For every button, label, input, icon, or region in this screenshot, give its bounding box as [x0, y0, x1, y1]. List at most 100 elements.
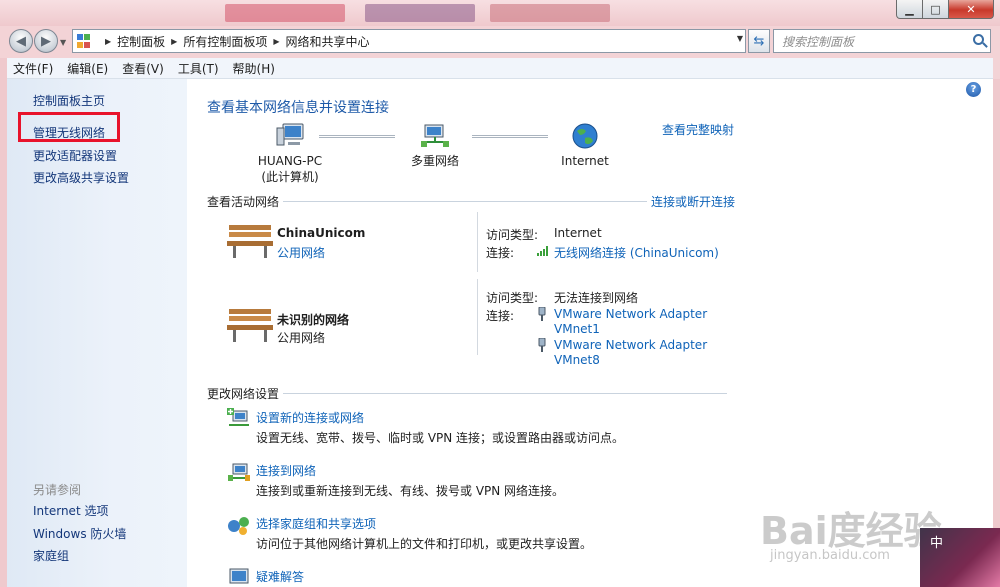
- vertical-divider: [477, 212, 478, 272]
- address-row: ◀ ▶ ▼ ▶ 控制面板 ▶ 所有控制面板项 ▶ 网络和共享中心 ▼ ⇆ 搜索控…: [0, 26, 1000, 58]
- vmnet8-adapter-link[interactable]: VMware Network Adapter: [554, 338, 707, 352]
- sidebar-item-firewall[interactable]: Windows 防火墙: [33, 525, 126, 542]
- access-type-value: 无法连接到网络: [554, 291, 639, 305]
- troubleshoot-icon: [229, 568, 249, 584]
- back-button[interactable]: ◀: [9, 29, 33, 53]
- breadcrumb-control-panel[interactable]: 控制面板: [117, 33, 165, 50]
- section-divider: [283, 201, 647, 202]
- task-setup-connection-desc: 设置无线、宽带、拨号、临时或 VPN 连接；或设置路由器或访问点。: [256, 431, 625, 445]
- minimize-button[interactable]: ▁: [896, 0, 923, 19]
- task-homegroup-link[interactable]: 选择家庭组和共享选项: [256, 515, 376, 532]
- public-network-bench-icon: [227, 225, 273, 258]
- active-networks-heading: 查看活动网络: [207, 195, 280, 209]
- public-network-bench-icon: [227, 309, 273, 342]
- refresh-icon: ⇆: [753, 33, 765, 49]
- refresh-button[interactable]: ⇆: [748, 29, 770, 53]
- recent-pages-dropdown[interactable]: ▼: [60, 38, 66, 47]
- breadcrumb-all-items[interactable]: 所有控制面板项: [183, 33, 267, 50]
- corner-text: 中: [930, 536, 944, 551]
- task-homegroup-desc: 访问位于其他网络计算机上的文件和打印机，或更改共享设置。: [256, 537, 593, 551]
- window-left-border: [0, 58, 7, 587]
- connection-label: 连接:: [486, 246, 515, 260]
- ethernet-icon: [538, 307, 546, 321]
- menu-view[interactable]: 查看(V): [122, 60, 164, 77]
- breadcrumb-separator-icon: ▶: [171, 36, 178, 46]
- menu-edit[interactable]: 编辑(E): [67, 60, 108, 77]
- search-icon[interactable]: [973, 34, 984, 45]
- background-tab-ghost: [490, 4, 610, 22]
- annotation-highlight-box: [18, 112, 120, 142]
- pc-name: HUANG-PC: [257, 154, 323, 168]
- connection-line: [472, 135, 548, 138]
- baidu-watermark: Bai度经验: [760, 509, 942, 553]
- network-name: 未识别的网络: [277, 313, 350, 327]
- connect-disconnect-link[interactable]: 连接或断开连接: [651, 193, 735, 210]
- arrow-right-icon: ▶: [41, 33, 51, 49]
- search-input[interactable]: 搜索控制面板: [773, 29, 991, 53]
- vmnet8-adapter-link-line2[interactable]: VMnet8: [554, 353, 600, 367]
- menu-file[interactable]: 文件(F): [13, 60, 53, 77]
- menu-bar: 文件(F) 编辑(E) 查看(V) 工具(T) 帮助(H): [7, 58, 993, 79]
- background-tab-ghost: [225, 4, 345, 22]
- pc-subtitle: (此计算机): [261, 170, 319, 184]
- help-icon[interactable]: ?: [966, 82, 981, 97]
- task-setup-connection-link[interactable]: 设置新的连接或网络: [256, 409, 364, 426]
- corner-overlay: 中: [920, 528, 1000, 587]
- ethernet-icon: [538, 338, 546, 352]
- connect-network-icon: [228, 463, 250, 481]
- change-settings-heading: 更改网络设置: [207, 387, 280, 401]
- sidebar-item-homegroup[interactable]: 家庭组: [33, 547, 69, 564]
- access-type-label: 访问类型:: [486, 291, 539, 305]
- menu-help[interactable]: 帮助(H): [233, 60, 275, 77]
- breadcrumb-network-center[interactable]: 网络和共享中心: [286, 33, 370, 50]
- menu-tools[interactable]: 工具(T): [178, 60, 219, 77]
- sidebar-item-adapter-settings[interactable]: 更改适配器设置: [33, 147, 117, 164]
- vertical-divider: [477, 279, 478, 355]
- task-connect-network-link[interactable]: 连接到网络: [256, 462, 316, 479]
- sidebar: 控制面板主页 管理无线网络 更改适配器设置 更改高级共享设置 另请参阅 Inte…: [7, 79, 187, 587]
- background-tab-ghost: [365, 4, 475, 22]
- breadcrumb-separator-icon: ▶: [273, 36, 280, 46]
- control-panel-icon: [77, 34, 95, 48]
- new-connection-icon: [227, 408, 249, 426]
- sidebar-item-home[interactable]: 控制面板主页: [33, 92, 105, 109]
- task-troubleshoot-link[interactable]: 疑难解答: [256, 568, 304, 585]
- section-divider: [283, 393, 727, 394]
- see-also-heading: 另请参阅: [33, 483, 82, 497]
- vmnet1-adapter-link[interactable]: VMware Network Adapter: [554, 307, 707, 321]
- connection-label: 连接:: [486, 309, 515, 323]
- page-title: 查看基本网络信息并设置连接: [207, 100, 389, 116]
- internet-label: Internet: [561, 154, 609, 168]
- connection-line: [319, 135, 395, 138]
- map-node-pc[interactable]: HUANG-PC (此计算机): [255, 122, 325, 185]
- chevron-down-icon[interactable]: ▼: [737, 34, 743, 43]
- sidebar-item-sharing-settings[interactable]: 更改高级共享设置: [33, 169, 129, 186]
- multiple-networks-label: 多重网络: [410, 154, 459, 168]
- multiple-networks-icon: [421, 124, 449, 147]
- vmnet1-adapter-link-line2[interactable]: VMnet1: [554, 322, 600, 336]
- address-bar[interactable]: ▶ 控制面板 ▶ 所有控制面板项 ▶ 网络和共享中心 ▼: [72, 29, 746, 53]
- computer-icon: [276, 123, 304, 146]
- baidu-watermark-url: jingyan.baidu.com: [770, 548, 890, 563]
- window-right-border: [993, 79, 1000, 587]
- close-button[interactable]: ✕: [949, 0, 994, 19]
- homegroup-icon: [228, 517, 249, 535]
- sidebar-item-internet-options[interactable]: Internet 选项: [33, 502, 108, 519]
- globe-icon: [572, 123, 598, 149]
- window-controls: ▁ □ ✕: [896, 0, 994, 19]
- arrow-left-icon: ◀: [16, 33, 26, 49]
- network-type-link[interactable]: 公用网络: [277, 244, 325, 261]
- task-connect-network-desc: 连接到或重新连接到无线、有线、拨号或 VPN 网络连接。: [256, 484, 565, 498]
- forward-button[interactable]: ▶: [34, 29, 58, 53]
- access-type-value: Internet: [554, 226, 602, 240]
- maximize-button[interactable]: □: [923, 0, 949, 19]
- map-node-multiple-networks[interactable]: 多重网络: [405, 122, 465, 169]
- wireless-connection-link[interactable]: 无线网络连接 (ChinaUnicom): [554, 244, 719, 261]
- wifi-signal-icon: [537, 246, 548, 256]
- access-type-label: 访问类型:: [486, 228, 539, 242]
- network-name: ChinaUnicom: [277, 226, 366, 240]
- breadcrumb-separator-icon: ▶: [105, 36, 112, 46]
- map-node-internet[interactable]: Internet: [557, 122, 613, 169]
- full-map-link[interactable]: 查看完整映射: [662, 121, 734, 138]
- title-bar: ▁ □ ✕: [0, 0, 1000, 26]
